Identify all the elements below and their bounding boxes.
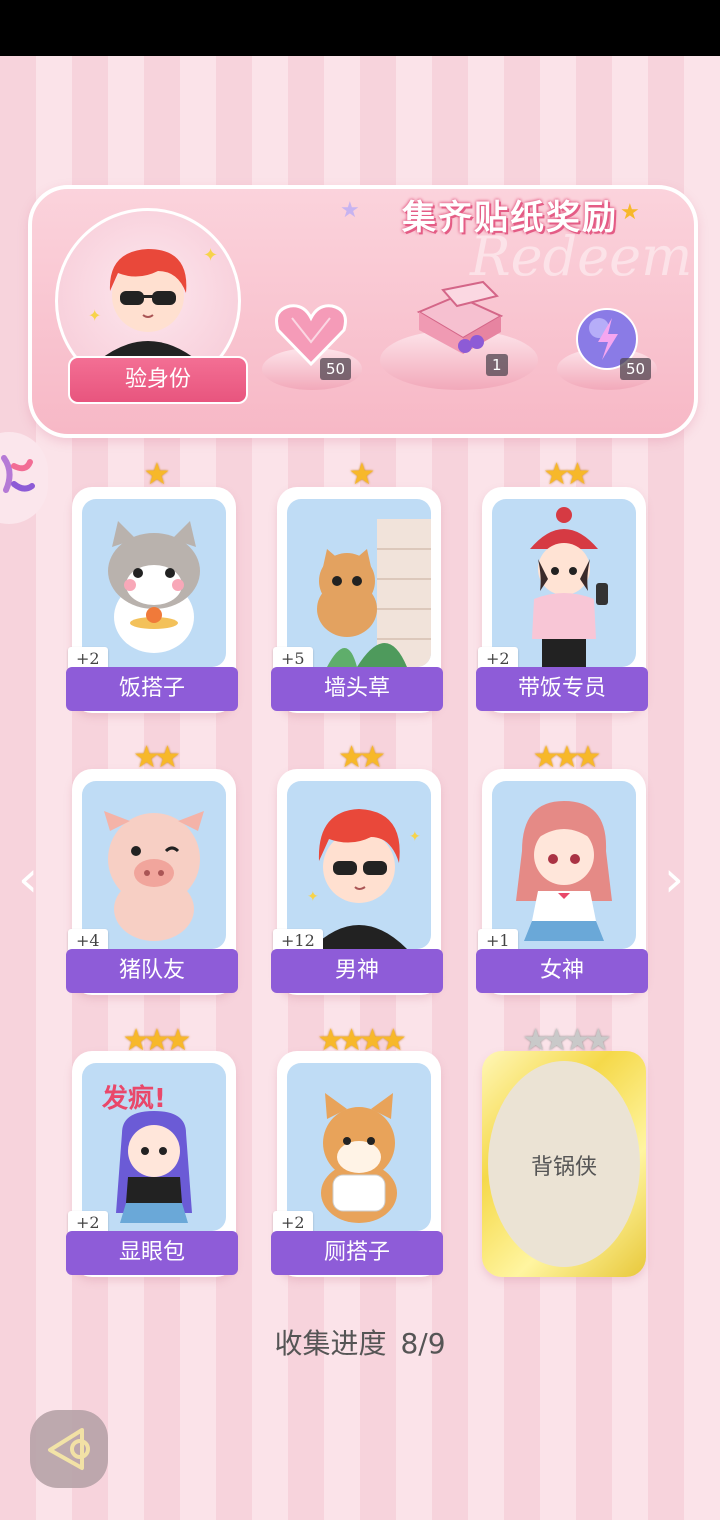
reward-count: 50 — [620, 358, 652, 380]
sticker-card[interactable]: 发疯! +2 显眼包 — [66, 1051, 238, 1277]
card-art: ✦ ✦ — [287, 781, 431, 949]
reward-count: 50 — [320, 358, 352, 380]
sticker-card[interactable]: +2 厕搭子 — [271, 1051, 443, 1277]
card-name: 饭搭子 — [66, 667, 238, 711]
back-arrow-icon — [48, 1428, 90, 1470]
sticker-card[interactable]: +1 女神 — [476, 769, 648, 995]
banner-title: 集齐贴纸奖励 — [402, 198, 618, 238]
star-rating: ★ — [348, 457, 376, 492]
collection-progress: 收集进度 8/9 — [0, 1322, 720, 1362]
card-name: 女神 — [476, 949, 648, 993]
reward-count: 1 — [486, 354, 508, 376]
card-name: 厕搭子 — [271, 1231, 443, 1275]
card-name: 猪队友 — [66, 949, 238, 993]
svg-text:✦: ✦ — [307, 889, 319, 905]
progress-value: 8/9 — [400, 1327, 446, 1360]
sticker-card[interactable]: ✦ ✦ +12 男神 — [271, 769, 443, 995]
card-art — [82, 499, 226, 667]
card-name: 男神 — [271, 949, 443, 993]
sticker-card[interactable]: +2 带饭专员 — [476, 487, 648, 713]
card-art — [82, 781, 226, 949]
back-button[interactable] — [30, 1410, 108, 1488]
side-drawer-tab[interactable] — [0, 432, 48, 524]
card-name: 显眼包 — [66, 1231, 238, 1275]
locked-sticker-card[interactable]: 背锅侠 — [482, 1051, 646, 1277]
card-art — [492, 499, 636, 667]
card-art — [287, 1063, 431, 1231]
prev-page-button[interactable]: ‹ — [18, 850, 38, 908]
sticker-card[interactable]: +2 饭搭子 — [66, 487, 238, 713]
card-name: 背锅侠 — [530, 1155, 597, 1180]
card-art-text: 发疯! — [101, 1083, 166, 1114]
sticker-card[interactable]: +5 墙头草 — [271, 487, 443, 713]
gift-box-icon[interactable] — [413, 276, 505, 360]
card-art: 发疯! — [82, 1063, 226, 1231]
svg-text:✦: ✦ — [409, 829, 421, 845]
svg-text:✦: ✦ — [88, 306, 101, 325]
card-name: 墙头草 — [271, 667, 443, 711]
svg-text:✦: ✦ — [203, 245, 218, 266]
card-art — [492, 781, 636, 949]
progress-label: 收集进度 — [274, 1327, 387, 1360]
sticker-card[interactable]: +4 猪队友 — [66, 769, 238, 995]
next-page-button[interactable]: › — [664, 850, 684, 908]
star-rating: ★ — [143, 457, 171, 492]
card-name: 带饭专员 — [476, 667, 648, 711]
card-art — [287, 499, 431, 667]
star-rating: ★★ — [543, 457, 591, 492]
identity-button[interactable]: 验身份 — [68, 356, 248, 404]
status-bar — [0, 0, 720, 56]
